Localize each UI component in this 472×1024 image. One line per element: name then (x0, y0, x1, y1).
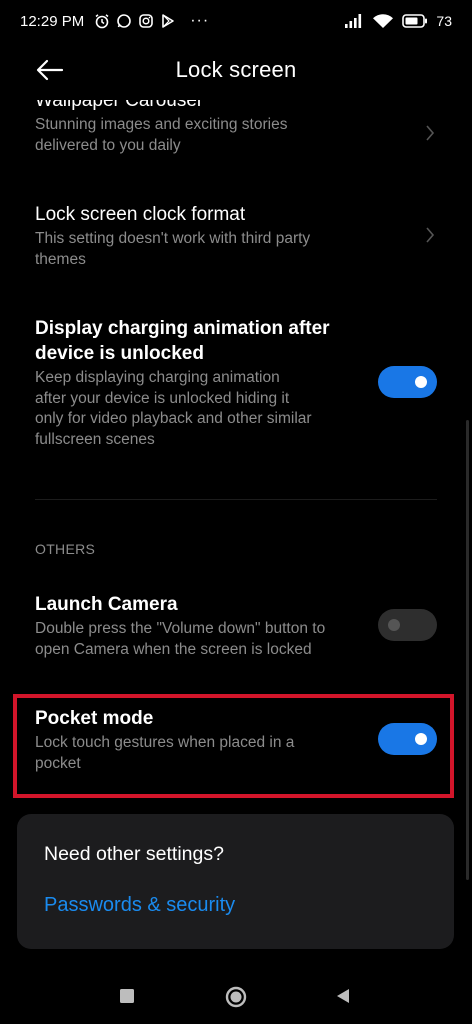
wifi-icon (372, 13, 394, 29)
launch-camera-toggle[interactable] (378, 609, 437, 641)
battery-icon (402, 14, 428, 28)
setting-description: Keep displaying charging animation after… (35, 368, 437, 450)
wallpaper-carousel-setting[interactable]: Wallpaper Carousel Stunning images and e… (35, 88, 437, 156)
alarm-icon (94, 13, 110, 29)
more-notifications-icon: ··· (190, 12, 210, 29)
description-line: This setting doesn't work with third par… (35, 230, 311, 247)
description-line: Stunning images and exciting stories (35, 116, 288, 133)
divider (35, 499, 437, 500)
toggle-knob (415, 733, 427, 745)
setting-description: Lock touch gestures when placed in a poc… (35, 733, 437, 774)
toggle-knob (388, 619, 400, 631)
home-button[interactable] (224, 985, 248, 1009)
card-title: Need other settings? (44, 843, 224, 865)
triangle-back-icon (337, 989, 349, 1003)
description-line: fullscreen scenes (35, 430, 155, 448)
description-line: Double press the "Volume down" button to (35, 620, 326, 637)
back-button[interactable] (34, 56, 66, 84)
setting-title: Display charging animation after device … (35, 316, 437, 366)
description-line: open Camera when the screen is locked (35, 640, 312, 658)
play-store-icon (160, 13, 176, 29)
description-line: after your device is unlocked hiding it (35, 389, 290, 407)
section-header-others: OTHERS (35, 541, 96, 557)
other-settings-card: Need other settings? Passwords & securit… (17, 814, 454, 949)
setting-description: Stunning images and exciting stories del… (35, 115, 437, 156)
title-line: device is unlocked (35, 343, 204, 364)
instagram-icon (138, 13, 154, 29)
setting-title: Wallpaper Carousel (35, 90, 202, 111)
pocket-mode-toggle[interactable] (378, 723, 437, 755)
recents-button[interactable] (119, 988, 135, 1004)
chevron-right-icon (423, 124, 437, 142)
toggle-knob (415, 376, 427, 388)
launch-camera-setting: Launch Camera Double press the "Volume d… (35, 592, 437, 660)
description-line: themes (35, 250, 86, 268)
status-bar: 12:29 PM ··· 73 (0, 0, 472, 42)
navigation-bar (0, 968, 472, 1024)
scrollbar[interactable] (466, 420, 469, 880)
description-line: Keep displaying charging animation (35, 369, 280, 386)
charging-animation-setting: Display charging animation after device … (35, 316, 437, 450)
back-nav-button[interactable] (335, 988, 351, 1004)
setting-description: Double press the "Volume down" button to… (35, 619, 437, 660)
page-title: Lock screen (175, 57, 297, 82)
battery-percentage: 73 (436, 13, 452, 29)
setting-title: Launch Camera (35, 594, 178, 615)
setting-description: This setting doesn't work with third par… (35, 229, 437, 270)
title-line: Display charging animation after (35, 318, 330, 339)
pocket-mode-setting: Pocket mode Lock touch gestures when pla… (35, 706, 437, 774)
setting-title: Lock screen clock format (35, 204, 246, 225)
charging-animation-toggle[interactable] (378, 366, 437, 398)
description-line: delivered to you daily (35, 136, 181, 154)
status-time: 12:29 PM (20, 12, 85, 30)
description-line: only for video playback and other simila… (35, 410, 312, 427)
square-icon (120, 989, 134, 1003)
clock-format-setting[interactable]: Lock screen clock format This setting do… (35, 202, 437, 270)
chevron-right-icon (423, 226, 437, 244)
passwords-security-link[interactable]: Passwords & security (44, 894, 235, 917)
setting-title: Pocket mode (35, 708, 154, 729)
whatsapp-icon (116, 13, 132, 29)
back-arrow-icon (36, 59, 64, 81)
circle-icon (225, 986, 247, 1008)
description-line: pocket (35, 754, 81, 772)
description-line: Lock touch gestures when placed in a (35, 734, 295, 751)
signal-icon (344, 14, 364, 28)
